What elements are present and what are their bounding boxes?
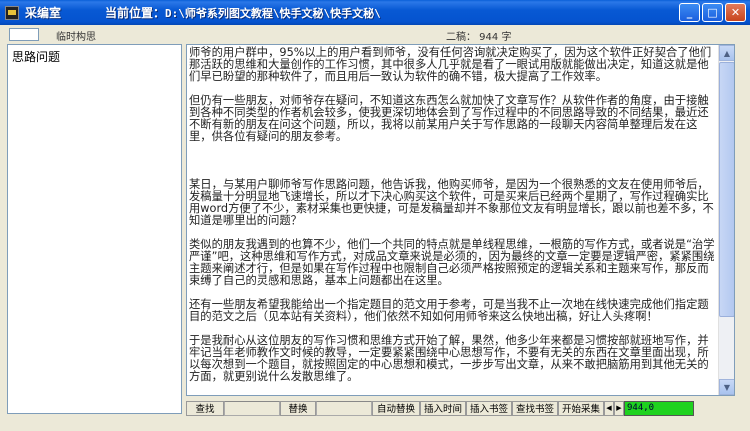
find-button[interactable]: 查找 bbox=[186, 400, 224, 416]
scroll-down-button[interactable]: ▼ bbox=[719, 379, 734, 395]
location-path: D:\师爷系列图文教程\快手文秘\快手文秘\ bbox=[165, 6, 381, 20]
close-button[interactable]: ✕ bbox=[725, 3, 746, 22]
find-input[interactable] bbox=[224, 400, 280, 416]
topic-list[interactable]: 思路问题 bbox=[7, 44, 182, 414]
insert-time-button[interactable]: 插入时间 bbox=[420, 400, 466, 416]
paragraph: 某日，与某用户聊师爷写作思路问题，他告诉我，他购买师爷，是因为一个很熟悉的文友在… bbox=[189, 178, 714, 227]
prev-button[interactable]: ◀ bbox=[604, 400, 614, 416]
replace-button[interactable]: 替换 bbox=[280, 400, 316, 416]
paragraph: 但仍有一些朋友，对师爷存在疑问，不知道这东西怎么就加快了文章写作？从软件作者的角… bbox=[189, 94, 709, 143]
location-label: 当前位置： bbox=[105, 6, 166, 20]
vertical-scrollbar[interactable]: ▲ ▼ bbox=[718, 45, 734, 395]
minimize-button[interactable]: _ bbox=[679, 3, 700, 22]
info-strip: 临时构思 二稿： 944 字 bbox=[0, 25, 750, 44]
maximize-icon: □ bbox=[707, 6, 718, 19]
editor-content[interactable]: 师爷的用户群中，95%以上的用户看到师爷，没有任何咨询就决定购买了，因为这个软件… bbox=[189, 47, 717, 395]
replace-input[interactable] bbox=[316, 400, 372, 416]
paragraph: 于是我耐心从这位朋友的写作习惯和思维方式开始了解，果然，他多少年来都是习惯按部就… bbox=[189, 334, 709, 383]
maximize-button[interactable]: □ bbox=[702, 3, 723, 22]
temp-label: 临时构思 bbox=[56, 32, 96, 43]
word-count: 二稿： 944 字 bbox=[446, 32, 512, 43]
temp-input[interactable] bbox=[9, 28, 39, 41]
paragraph: 师爷的用户群中，95%以上的用户看到师爷，没有任何咨询就决定购买了，因为这个软件… bbox=[189, 46, 712, 83]
window-controls: _ □ ✕ bbox=[679, 3, 746, 22]
arrow-down-icon: ▼ bbox=[723, 382, 731, 392]
list-item[interactable]: 思路问题 bbox=[12, 48, 60, 65]
title-bar[interactable]: 采编室 当前位置： D:\师爷系列图文教程\快手文秘\快手文秘\ _ □ ✕ bbox=[0, 0, 750, 25]
close-icon: ✕ bbox=[730, 6, 741, 19]
bottom-toolbar: 查找 替换 自动替换 插入时间 插入书签 查找书签 开始采集 ◀ ▶ 944,0 bbox=[186, 400, 746, 416]
arrow-right-icon: ▶ bbox=[616, 404, 622, 412]
start-collect-button[interactable]: 开始采集 bbox=[558, 400, 604, 416]
arrow-up-icon: ▲ bbox=[723, 48, 731, 58]
status-indicator: 944,0 bbox=[624, 400, 694, 416]
insert-bookmark-button[interactable]: 插入书签 bbox=[466, 400, 512, 416]
scroll-up-button[interactable]: ▲ bbox=[719, 45, 734, 61]
app-icon bbox=[5, 5, 19, 20]
paragraph: 类似的朋友我遇到的也算不少，他们一个共同的特点就是单线程思维，一根筋的写作方式，… bbox=[189, 238, 715, 287]
arrow-left-icon: ◀ bbox=[606, 404, 612, 412]
scroll-thumb[interactable] bbox=[719, 62, 734, 317]
find-bookmark-button[interactable]: 查找书签 bbox=[512, 400, 558, 416]
app-title: 采编室 bbox=[25, 6, 62, 20]
paragraph: 还有一些朋友希望我能给出一个指定题目的范文用于参考，可是当我不止一次地在线快速完… bbox=[189, 298, 709, 323]
next-button[interactable]: ▶ bbox=[614, 400, 624, 416]
minimize-icon: _ bbox=[686, 6, 693, 19]
auto-replace-button[interactable]: 自动替换 bbox=[372, 400, 420, 416]
text-editor[interactable]: 师爷的用户群中，95%以上的用户看到师爷，没有任何咨询就决定购买了，因为这个软件… bbox=[186, 44, 735, 396]
